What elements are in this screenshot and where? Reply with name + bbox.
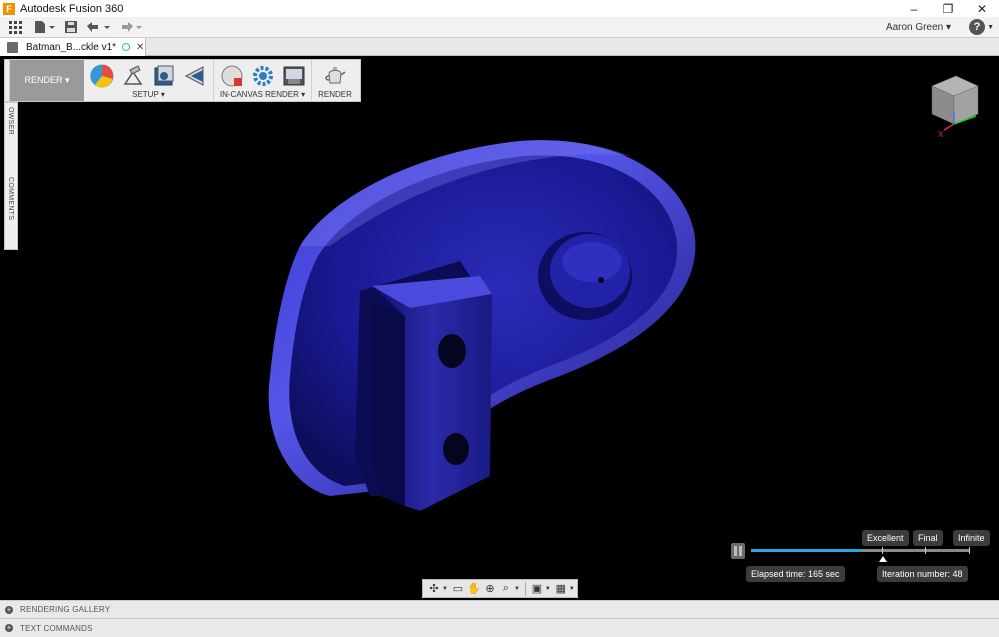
data-panel-grid-icon[interactable] [0, 17, 30, 38]
render-settings-gear-icon[interactable] [251, 64, 275, 88]
side-panel: OWSER COMMENTS [4, 102, 18, 250]
render-group: RENDER [312, 60, 358, 101]
navigation-bar: ✣ ▼ ▭ ✋ ⊕ ⌕ ▼ ▣ ▼ ▦ ▼ [422, 579, 578, 598]
canvas-viewport[interactable]: RENDER ▾ SETUP ▾ IN-CANVAS RENDER ▾ REND… [0, 56, 999, 600]
render-quality-progress-bar[interactable] [751, 547, 970, 554]
rendered-model[interactable] [0, 56, 999, 600]
text-commands-panel[interactable]: + TEXT COMMANDS [0, 618, 999, 637]
display-settings-icon[interactable]: ▣ [529, 582, 545, 596]
document-tab-bar: Batman_B...ckle v1* ✕ [0, 38, 999, 56]
window-title: Autodesk Fusion 360 [20, 2, 124, 15]
nav-separator [524, 581, 526, 596]
user-account-menu[interactable]: Aaron Green ▾ [886, 17, 951, 38]
pan-hand-icon[interactable]: ✋ [466, 582, 482, 596]
expand-text-commands-icon[interactable]: + [5, 624, 13, 632]
fit-zoom-icon[interactable]: ⌕ [498, 582, 514, 596]
minimize-button[interactable]: – [897, 0, 931, 17]
window-controls: – ❐ ✕ [897, 0, 999, 17]
file-menu-icon[interactable] [30, 17, 60, 38]
comments-tab[interactable]: COMMENTS [7, 177, 14, 220]
grid-settings-icon[interactable]: ▦ [553, 582, 569, 596]
decal-icon[interactable] [152, 64, 176, 88]
restore-button[interactable]: ❐ [931, 0, 965, 17]
help-icon[interactable]: ? [969, 19, 985, 35]
quality-excellent-button[interactable]: Excellent [862, 530, 909, 546]
texture-map-controls-icon[interactable] [183, 64, 207, 88]
scene-settings-icon[interactable] [121, 64, 145, 88]
setup-group: SETUP ▾ [84, 60, 214, 101]
orbit-caret-icon[interactable]: ▼ [442, 586, 448, 592]
look-at-icon[interactable]: ▭ [450, 582, 466, 596]
zoom-caret-icon[interactable]: ▼ [514, 586, 520, 592]
text-commands-label: TEXT COMMANDS [20, 623, 93, 633]
appearance-icon[interactable] [90, 64, 114, 88]
final-tick [925, 547, 926, 554]
redo-icon[interactable] [116, 17, 146, 38]
setup-group-label[interactable]: SETUP ▾ [84, 90, 213, 99]
orbit-icon[interactable]: ✣ [426, 582, 442, 596]
x-axis-label: X [938, 130, 944, 139]
in-canvas-render-group-label[interactable]: IN-CANVAS RENDER ▾ [214, 90, 311, 99]
in-canvas-render-icon[interactable] [220, 64, 244, 88]
help-caret-icon[interactable]: ▼ [987, 17, 994, 38]
save-icon[interactable] [60, 17, 82, 38]
ribbon-toolbar: RENDER ▾ SETUP ▾ IN-CANVAS RENDER ▾ REND… [4, 59, 361, 102]
capture-image-icon[interactable] [282, 64, 306, 88]
rendering-gallery-label: RENDERING GALLERY [20, 605, 111, 614]
quality-infinite-button[interactable]: Infinite [953, 530, 990, 546]
in-canvas-render-group: IN-CANVAS RENDER ▾ [214, 60, 312, 101]
infinite-tick [969, 547, 970, 554]
close-button[interactable]: ✕ [965, 0, 999, 17]
sync-status-icon [122, 43, 131, 51]
render-group-label[interactable]: RENDER [312, 90, 358, 99]
fusion-logo-icon: F [3, 2, 15, 15]
undo-icon[interactable] [82, 17, 116, 38]
close-tab-icon[interactable]: ✕ [136, 42, 144, 53]
view-cube[interactable]: X [922, 72, 986, 140]
iteration-number-label: Iteration number: 48 [877, 566, 968, 582]
quality-target-marker[interactable] [879, 556, 887, 562]
quality-final-button[interactable]: Final [913, 530, 943, 546]
title-bar: F Autodesk Fusion 360 – ❐ ✕ [0, 0, 999, 17]
pause-render-button[interactable] [731, 543, 745, 559]
excellent-tick [882, 547, 883, 554]
render-teapot-icon[interactable] [323, 64, 347, 88]
display-caret-icon[interactable]: ▼ [545, 586, 551, 592]
elapsed-time-label: Elapsed time: 165 sec [746, 566, 845, 582]
grid-caret-icon[interactable]: ▼ [569, 586, 575, 592]
workspace-switcher[interactable]: RENDER ▾ [10, 60, 84, 101]
rendering-gallery-panel[interactable]: + RENDERING GALLERY [0, 600, 999, 618]
document-tab-label: Batman_B...ckle v1* [26, 41, 117, 53]
expand-gallery-icon[interactable]: + [5, 605, 13, 614]
document-tab[interactable]: Batman_B...ckle v1* ✕ [0, 38, 146, 56]
render-progress-fill [751, 549, 861, 552]
design-file-icon [7, 41, 18, 53]
quick-access-toolbar: Aaron Green ▾ ? ▼ [0, 17, 999, 38]
zoom-icon[interactable]: ⊕ [482, 582, 498, 596]
browser-tab[interactable]: OWSER [7, 107, 14, 135]
